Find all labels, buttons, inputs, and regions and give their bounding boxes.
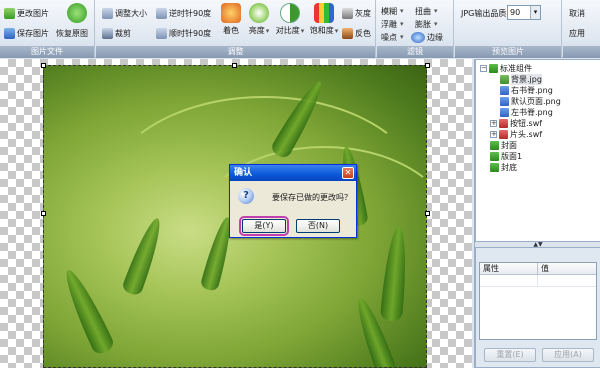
- colorize-icon: [221, 3, 241, 23]
- rotate-ccw-button[interactable]: 逆时针90度: [156, 6, 211, 20]
- png-icon: [500, 108, 509, 117]
- grayscale-icon: [342, 7, 353, 19]
- tree-node-standard[interactable]: − 标准组件: [480, 63, 532, 74]
- save-image-button[interactable]: 保存图片: [4, 26, 49, 40]
- change-image-icon: [4, 7, 15, 19]
- group-label-blank: [563, 46, 600, 58]
- tree-node-left-spine[interactable]: 左书脊.png: [500, 107, 553, 118]
- group-cancel-apply: 取消 应用: [563, 0, 600, 58]
- saturation-button[interactable]: 饱和度: [308, 3, 340, 43]
- swf-icon: [499, 119, 508, 128]
- tree-node-back-cover[interactable]: 封底: [490, 162, 517, 173]
- column-header-value: 值: [541, 264, 549, 273]
- folder-icon: [490, 152, 499, 161]
- group-filter: 模糊 浮雕 噪点 扭曲 膨胀 边缘 滤镜: [377, 0, 454, 58]
- crop-icon: [102, 27, 113, 39]
- tree-node-intro-swf[interactable]: + 片头.swf: [490, 129, 542, 140]
- brightness-button[interactable]: 亮度: [244, 3, 274, 43]
- resize-icon: [102, 7, 113, 19]
- expand-icon[interactable]: +: [490, 131, 497, 138]
- resize-handle[interactable]: [425, 211, 430, 216]
- swf-icon: [499, 130, 508, 139]
- brightness-icon: [249, 3, 269, 23]
- distort-button[interactable]: 扭曲: [415, 4, 438, 18]
- leaf: [58, 265, 116, 357]
- saturation-icon: [314, 3, 334, 23]
- noise-button[interactable]: 噪点: [381, 30, 404, 44]
- folder-icon: [490, 163, 499, 172]
- reset-button[interactable]: 重置(E): [484, 348, 536, 362]
- component-tree: − 标准组件 背景.jpg 右书脊.png 默认页面.png 左书脊.png +…: [475, 59, 600, 242]
- properties-panel: 属性 值 重置(E) 应用(A): [475, 247, 600, 368]
- apply-button[interactable]: 应用: [569, 26, 585, 40]
- tree-node-cover[interactable]: 封面: [490, 140, 517, 151]
- dialog-title: 确认: [234, 168, 253, 178]
- group-preview: JPG输出品质 90 ▾ 预览图片: [455, 0, 562, 58]
- colorize-button[interactable]: 着色: [216, 3, 246, 43]
- bulge-button[interactable]: 膨胀: [415, 17, 438, 31]
- table-row: [480, 275, 596, 287]
- contrast-button[interactable]: 对比度: [274, 3, 306, 43]
- edge-button[interactable]: 边缘: [411, 30, 443, 44]
- resize-handle[interactable]: [41, 63, 46, 68]
- tree-node-default-page[interactable]: 默认页面.png: [500, 96, 561, 107]
- rotate-cw-button[interactable]: 顺时针90度: [156, 26, 211, 40]
- dialog-message: 要保存已做的更改吗？: [272, 193, 352, 202]
- cancel-button[interactable]: 取消: [569, 6, 585, 20]
- resize-handle[interactable]: [232, 63, 237, 68]
- refresh-icon: [67, 3, 87, 23]
- blur-button[interactable]: 模糊: [381, 4, 404, 18]
- tree-node-right-spine[interactable]: 右书脊.png: [500, 85, 553, 96]
- group-label-adjust: 调整: [96, 46, 375, 58]
- chevron-down-icon: ▾: [530, 6, 540, 19]
- save-icon: [4, 27, 15, 39]
- resize-handle[interactable]: [425, 63, 430, 68]
- jpg-quality-select[interactable]: 90 ▾: [507, 5, 541, 20]
- dialog-title-bar[interactable]: 确认 ✕: [230, 165, 356, 181]
- group-label-filter: 滤镜: [377, 46, 453, 58]
- jpg-quality-label: JPG输出品质: [461, 9, 507, 18]
- png-icon: [500, 97, 509, 106]
- column-header-property: 属性: [480, 263, 538, 274]
- question-icon: ?: [238, 188, 254, 204]
- properties-table: 属性 值: [479, 262, 597, 340]
- tree-node-bg-jpg[interactable]: 背景.jpg: [500, 74, 542, 85]
- restore-original-label: 恢复原图: [56, 28, 88, 38]
- contrast-icon: [280, 3, 300, 23]
- emboss-button[interactable]: 浮雕: [381, 17, 404, 31]
- confirm-dialog: 确认 ✕ ? 要保存已做的更改吗？ 是(Y) 否(N): [229, 164, 357, 238]
- folder-icon: [490, 141, 499, 150]
- apply-properties-button[interactable]: 应用(A): [542, 348, 594, 362]
- group-adjust: 调整大小 裁剪 逆时针90度 顺时针90度 着色 亮度 对比度 饱和度: [96, 0, 376, 58]
- expand-icon[interactable]: +: [490, 120, 497, 127]
- tree-node-layout1[interactable]: 版面1: [490, 151, 522, 162]
- close-icon[interactable]: ✕: [342, 167, 354, 179]
- resize-handle[interactable]: [41, 211, 46, 216]
- folder-icon: [489, 64, 498, 73]
- no-button[interactable]: 否(N): [296, 219, 340, 233]
- jpg-icon: [500, 75, 509, 84]
- png-icon: [500, 86, 509, 95]
- resize-button[interactable]: 调整大小: [102, 6, 147, 20]
- collapse-icon[interactable]: −: [480, 65, 487, 72]
- group-label-file: 图片文件: [0, 46, 94, 58]
- tree-node-button-swf[interactable]: + 按钮.swf: [490, 118, 542, 129]
- group-image-file: 更改图片 保存图片 恢复原图 图片文件: [0, 0, 95, 58]
- side-panel: − 标准组件 背景.jpg 右书脊.png 默认页面.png 左书脊.png +…: [474, 59, 600, 368]
- crop-button[interactable]: 裁剪: [102, 26, 131, 40]
- rotate-left-icon: [156, 7, 167, 19]
- invert-button[interactable]: 反色: [342, 26, 371, 40]
- yes-button[interactable]: 是(Y): [239, 216, 289, 236]
- invert-icon: [342, 27, 353, 39]
- rotate-right-icon: [156, 27, 167, 39]
- ribbon-toolbar: 更改图片 保存图片 恢复原图 图片文件 调整大小 裁剪 逆时针90度 顺时针90…: [0, 0, 600, 58]
- edge-icon: [411, 31, 425, 43]
- change-image-button[interactable]: 更改图片: [4, 6, 49, 20]
- grayscale-button[interactable]: 灰度: [342, 6, 371, 20]
- properties-header: 属性 值: [480, 263, 596, 275]
- group-label-preview: 预览图片: [455, 46, 561, 58]
